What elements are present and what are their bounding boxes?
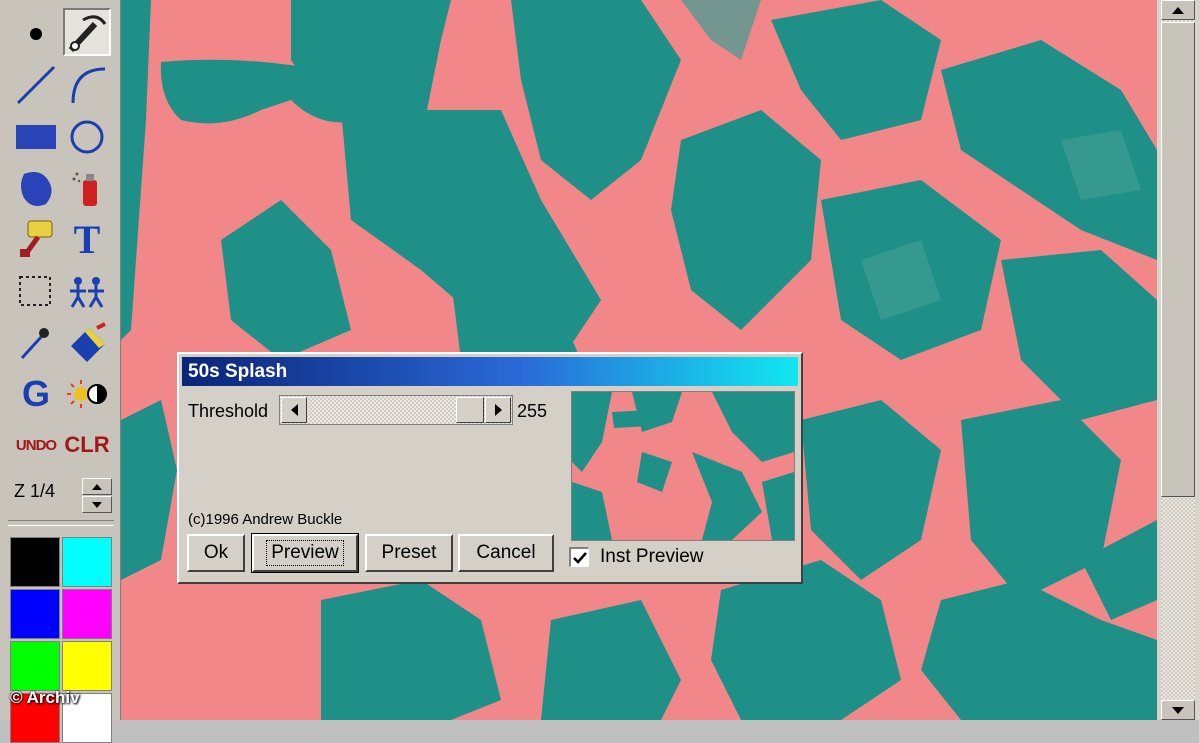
threshold-value: 255 — [517, 401, 548, 421]
filter-dialog: 50s Splash Threshold 255 (c)1996 Andrew … — [177, 352, 803, 584]
slider-left-button[interactable] — [281, 397, 307, 423]
cancel-button-label: Cancel — [476, 542, 536, 563]
tools-panel: T G UNDO CLR — [8, 0, 114, 520]
arrow-up-icon — [1172, 6, 1184, 14]
gradient-tool-label: G — [21, 373, 50, 414]
fill-bucket-icon[interactable] — [63, 318, 111, 366]
swatch-magenta[interactable] — [62, 589, 112, 639]
selection-rectangle-icon[interactable] — [12, 267, 60, 315]
tool-palette: T G UNDO CLR Z 1/4 © Archiv — [0, 0, 121, 743]
inst-preview-label[interactable]: Inst Preview — [600, 546, 703, 568]
arrow-down-icon — [1172, 706, 1184, 714]
undo-icon[interactable]: UNDO — [12, 421, 60, 469]
copyright-watermark: © Archiv — [10, 688, 80, 707]
line-icon[interactable] — [12, 61, 60, 109]
threshold-slider[interactable] — [279, 395, 513, 425]
ok-button-label: Ok — [203, 542, 229, 563]
preview-button[interactable]: Preview — [251, 533, 359, 573]
freeform-blob-icon[interactable] — [12, 164, 60, 212]
zoom-level-label: Z 1/4 — [14, 481, 56, 501]
zoom-up-button[interactable] — [82, 478, 112, 495]
ellipse-icon[interactable] — [63, 113, 111, 161]
dialog-title: 50s Splash — [188, 361, 288, 382]
copyright-text: (c)1996 Andrew Buckle — [188, 511, 343, 528]
scroll-thumb[interactable] — [1161, 22, 1195, 497]
zoom-spinner[interactable] — [82, 478, 112, 513]
text-tool-icon[interactable]: T — [63, 215, 111, 263]
brightness-contrast-icon[interactable] — [63, 370, 111, 418]
toolbar-divider — [8, 520, 114, 526]
spray-can-icon[interactable] — [63, 164, 111, 212]
slider-thumb[interactable] — [456, 397, 484, 423]
preview-button-label: Preview — [266, 540, 344, 566]
threshold-label: Threshold — [188, 401, 269, 421]
swatch-cyan[interactable] — [62, 537, 112, 587]
checkmark-icon — [572, 551, 587, 564]
zoom-down-button[interactable] — [82, 496, 112, 513]
preset-button-label: Preset — [381, 542, 437, 563]
inst-preview-checkbox[interactable] — [569, 547, 589, 567]
arc-icon[interactable] — [63, 61, 111, 109]
cancel-button[interactable]: Cancel — [458, 534, 554, 572]
arrow-right-icon — [494, 404, 502, 416]
gradient-tool-icon[interactable]: G — [12, 370, 60, 418]
swatch-yellow[interactable] — [62, 641, 112, 691]
scroll-up-button[interactable] — [1161, 0, 1195, 20]
swatch-blue[interactable] — [10, 589, 60, 639]
spray-nozzle-icon[interactable] — [63, 8, 111, 56]
arrow-left-icon — [290, 404, 298, 416]
undo-label: UNDO — [15, 436, 57, 454]
eyedropper-icon[interactable] — [12, 318, 60, 366]
paint-roller-icon[interactable] — [12, 215, 60, 263]
clear-label: CLR — [64, 432, 110, 457]
scroll-down-button[interactable] — [1161, 700, 1195, 720]
text-tool-label: T — [73, 216, 101, 262]
ok-button[interactable]: Ok — [187, 534, 245, 572]
dialog-titlebar[interactable]: 50s Splash — [182, 357, 798, 386]
vertical-scrollbar[interactable] — [1157, 0, 1199, 720]
clone-figures-icon[interactable] — [63, 267, 111, 315]
filled-rectangle-icon[interactable] — [12, 113, 60, 161]
slider-right-button[interactable] — [485, 397, 511, 423]
dot-brush-icon[interactable] — [12, 10, 60, 58]
preview-thumbnail — [571, 391, 795, 541]
preset-button[interactable]: Preset — [365, 534, 453, 572]
swatch-black[interactable] — [10, 537, 60, 587]
swatch-green[interactable] — [10, 641, 60, 691]
clear-icon[interactable]: CLR — [63, 421, 111, 469]
